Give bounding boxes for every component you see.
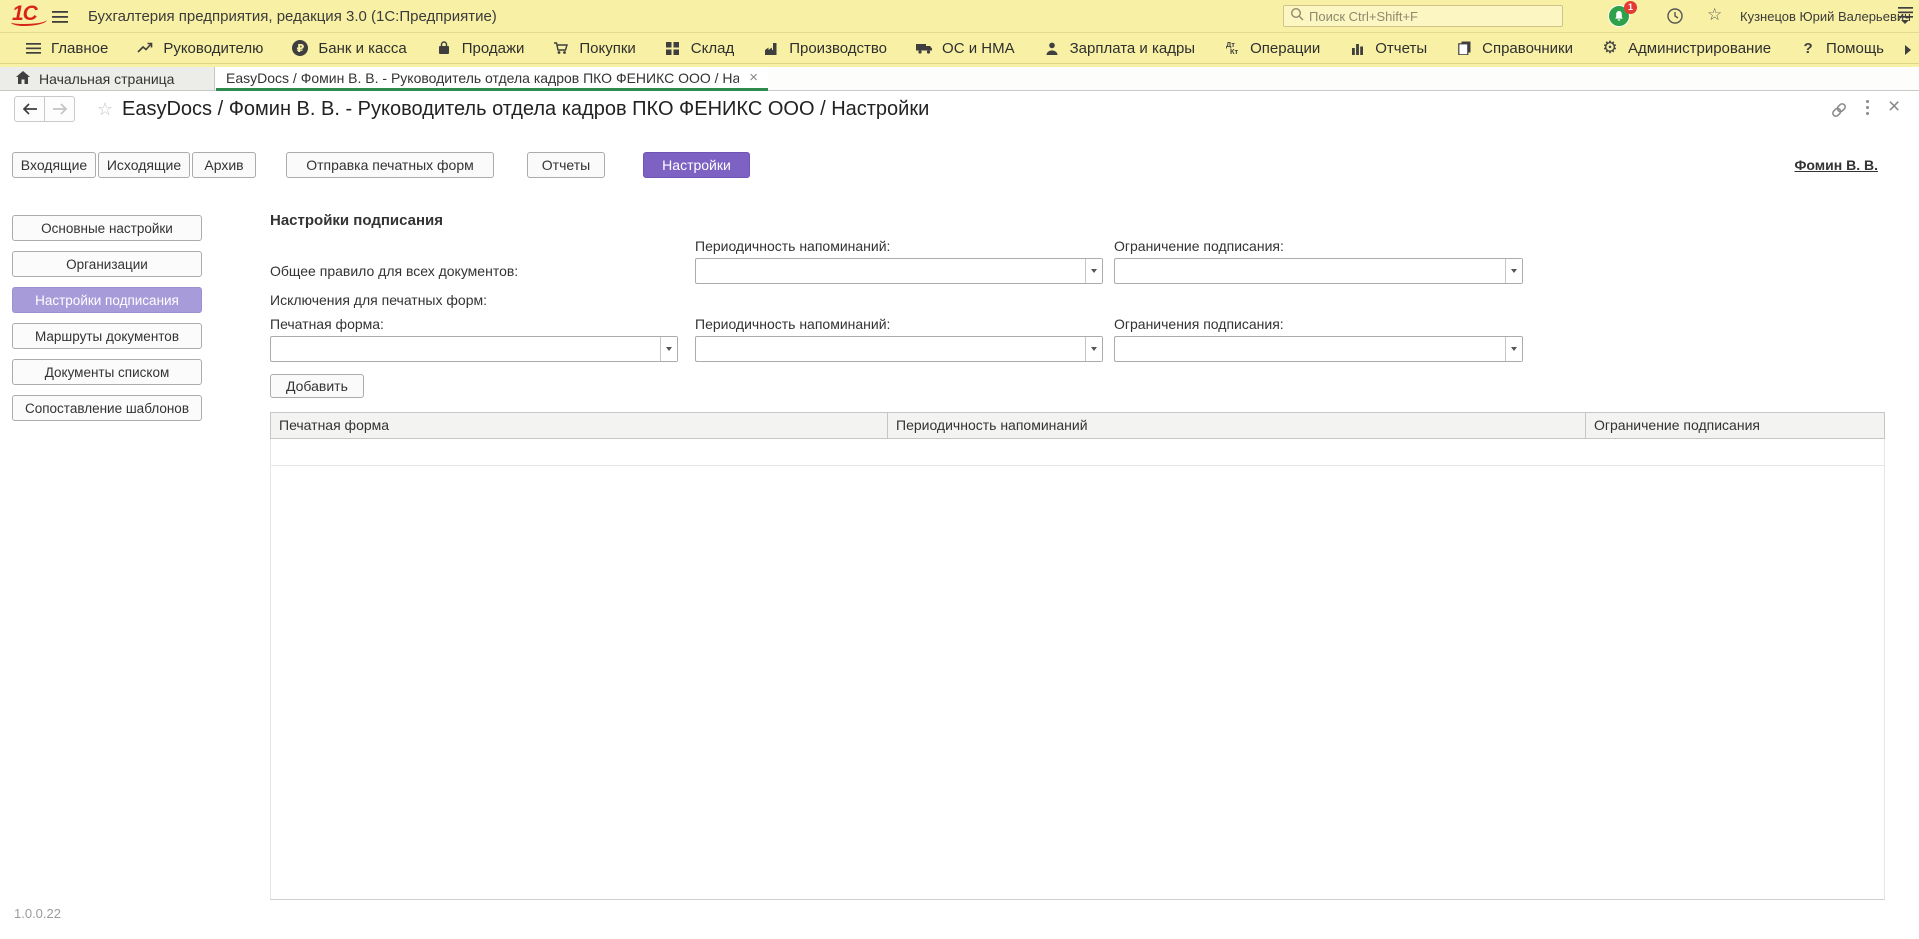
form-restriction-combobox[interactable] [1114,336,1523,362]
menu-os-i-nma[interactable]: ОС и НМА [915,40,1015,57]
column-header-restriction[interactable]: Ограничение подписания [1586,413,1884,438]
sidebar-item-signing-settings[interactable]: Настройки подписания [12,287,202,313]
notifications-button[interactable]: 1 [1608,4,1634,30]
ruble-icon: ₽ [291,40,309,56]
chevron-down-icon[interactable] [1505,259,1522,283]
home-icon [16,71,30,87]
menu-administrirovanie[interactable]: ⚙ Администрирование [1601,40,1771,57]
menu-pokupki[interactable]: Покупки [552,40,635,57]
window-title-bar: 1С Бухгалтерия предприятия, редакция 3.0… [0,0,1919,33]
gear-icon: ⚙ [1601,40,1619,56]
general-rule-label: Общее правило для всех документов: [270,263,518,279]
chevron-down-icon[interactable] [660,337,677,361]
open-windows-bar: Начальная страница EasyDocs / Фомин В. В… [0,64,1919,91]
column-header-reminder[interactable]: Периодичность напоминаний [888,413,1586,438]
more-actions-icon[interactable] [1866,100,1869,115]
settings-sidebar: Основные настройки Организации Настройки… [12,215,202,431]
tab-strip: Начальная страница EasyDocs / Фомин В. В… [0,67,1919,91]
global-search[interactable] [1283,5,1563,27]
notification-badge: 1 [1624,1,1637,14]
sidebar-item-main-settings[interactable]: Основные настройки [12,215,202,241]
menu-spravochniki[interactable]: Справочники [1455,40,1573,57]
app-title: Бухгалтерия предприятия, редакция 3.0 (1… [88,8,497,25]
menu-bank-i-kassa[interactable]: ₽ Банк и касса [291,40,406,57]
menu-operacii[interactable]: ДтКт Операции [1223,40,1320,57]
form-header: ☆ EasyDocs / Фомин В. В. - Руководитель … [0,91,1919,128]
sidebar-item-organizations[interactable]: Организации [12,251,202,277]
add-button[interactable]: Добавить [270,374,364,398]
current-employee-link[interactable]: Фомин В. В. [1794,157,1878,173]
add-to-favorites-icon[interactable]: ☆ [97,99,113,120]
main-menu-icon[interactable] [52,10,68,28]
barchart-icon [1348,42,1366,55]
menu-otchety[interactable]: Отчеты [1348,40,1427,57]
general-restriction-combobox[interactable] [1114,258,1523,284]
archive-button[interactable]: Архив [192,152,256,178]
send-print-forms-button[interactable]: Отправка печатных форм [286,152,494,178]
menu-rukovoditelyu[interactable]: Руководителю [136,40,263,57]
settings-button[interactable]: Настройки [643,152,750,178]
favorites-icon[interactable]: ☆ [1707,5,1722,25]
menu-pomosch[interactable]: ? Помощь [1799,40,1884,57]
menu-sklad[interactable]: Склад [664,40,734,57]
history-icon[interactable] [1666,7,1684,30]
chevron-down-icon[interactable] [1085,259,1102,283]
column-header-print-form[interactable]: Печатная форма [271,413,888,438]
reminder-frequency-label: Периодичность напоминаний: [695,238,890,254]
cart-icon [552,41,570,55]
exceptions-table: Печатная форма Периодичность напоминаний… [270,412,1885,900]
page-title: EasyDocs / Фомин В. В. - Руководитель от… [122,98,929,121]
forward-button[interactable] [44,96,75,122]
chevron-down-icon[interactable] [1085,337,1102,361]
panel-scroll-arrow-icon[interactable] [1905,45,1911,55]
table-row[interactable] [271,439,1884,466]
outgoing-button[interactable]: Исходящие [98,152,190,178]
reminder-frequency-label-2: Периодичность напоминаний: [695,316,890,332]
book-icon [1455,41,1473,55]
easydocs-toolbar: Входящие Исходящие Архив Отправка печатн… [12,152,750,178]
trend-icon [136,42,154,54]
service-menu-icon[interactable] [1897,7,1913,24]
sidebar-item-document-routes[interactable]: Маршруты документов [12,323,202,349]
sidebar-item-documents-list[interactable]: Документы списком [12,359,202,385]
incoming-button[interactable]: Входящие [12,152,96,178]
general-reminder-combobox[interactable] [695,258,1103,284]
person-icon [1043,42,1061,55]
section-heading: Настройки подписания [270,212,443,229]
sections-panel: Главное Руководителю ₽ Банк и касса Прод… [0,33,1919,64]
dtkt-icon: ДтКт [1223,41,1241,55]
1c-logo: 1С [12,2,37,26]
search-icon [1290,7,1304,26]
grid-icon [664,42,682,55]
bag-icon [435,41,453,55]
signing-restriction-label: Ограничение подписания: [1114,238,1284,254]
tab-home-page[interactable]: Начальная страница [0,67,215,90]
hamburger-icon [24,43,42,54]
search-input[interactable] [1309,9,1556,24]
table-body[interactable] [270,439,1885,900]
signing-restrictions-label-2: Ограничения подписания: [1114,316,1284,332]
reports-button[interactable]: Отчеты [527,152,605,178]
tab-easydocs-settings[interactable]: EasyDocs / Фомин В. В. - Руководитель от… [216,67,768,91]
chevron-down-icon[interactable] [1505,337,1522,361]
menu-prodazhi[interactable]: Продажи [435,40,525,57]
close-form-icon[interactable]: × [1888,95,1900,119]
exceptions-label: Исключения для печатных форм: [270,292,487,308]
menu-glavnoe[interactable]: Главное [24,40,108,57]
print-form-combobox[interactable] [270,336,678,362]
tab-close-icon[interactable]: × [739,71,758,85]
help-icon: ? [1799,40,1817,57]
current-user[interactable]: Кузнецов Юрий Валерьевич [1740,9,1911,24]
print-form-label: Печатная форма: [270,316,384,332]
get-link-icon[interactable] [1830,101,1848,124]
factory-icon [762,42,780,55]
menu-proizvodstvo[interactable]: Производство [762,40,887,57]
version-label: 1.0.0.22 [14,906,61,921]
menu-zarplata-i-kadry[interactable]: Зарплата и кадры [1043,40,1196,57]
sidebar-item-template-matching[interactable]: Сопоставление шаблонов [12,395,202,421]
form-reminder-combobox[interactable] [695,336,1103,362]
back-button[interactable] [14,96,45,122]
table-header: Печатная форма Периодичность напоминаний… [270,412,1885,439]
truck-icon [915,42,933,54]
